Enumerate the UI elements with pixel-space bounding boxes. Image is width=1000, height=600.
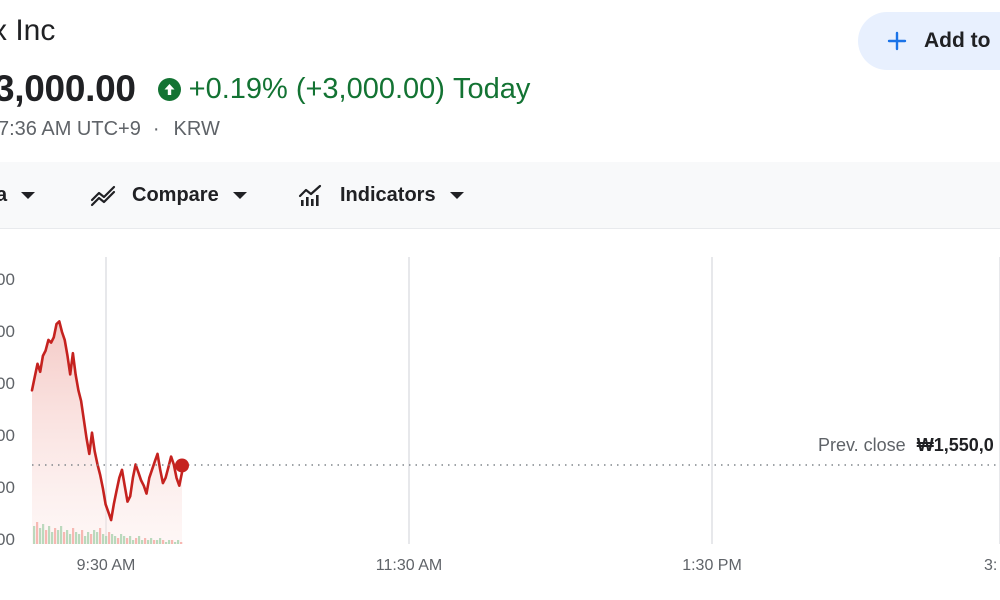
indicators-icon [298, 183, 326, 207]
chevron-down-icon [21, 191, 36, 199]
x-tick-label: 1:30 PM [682, 557, 742, 574]
intraday-price-chart[interactable]: 00 00 00 00 00 00 Prev. close ₩1,550,0 9:30 A… [0, 229, 1000, 600]
quote-time: 7:36 AM UTC+9 [0, 118, 141, 140]
y-tick-label: 00 [0, 270, 15, 289]
price-row: 3,000.00 +0.19% (+3,000.00) Today [0, 66, 530, 112]
chart-toolbar: a Compare Indicators [0, 162, 1000, 229]
y-tick-label: 00 [0, 322, 15, 341]
x-tick-label: 11:30 AM [376, 557, 442, 574]
timeframe-label: a [0, 183, 8, 206]
add-to-watchlist-button[interactable]: Add to [858, 12, 1000, 70]
add-to-watchlist-label: Add to [924, 29, 991, 52]
quote-currency: KRW [173, 118, 220, 140]
arrow-up-icon [157, 77, 181, 101]
quote-meta: 7:36 AM UTC+9 · KRW [0, 118, 220, 141]
y-tick-label: 00 [0, 374, 15, 393]
prev-close-text: Prev. close [818, 435, 906, 455]
chevron-down-icon [449, 191, 464, 199]
timeframe-dropdown[interactable]: a [0, 162, 36, 228]
chevron-down-icon [232, 191, 247, 199]
compare-icon [90, 183, 118, 207]
y-tick-label: 00 [0, 426, 15, 445]
compare-label: Compare [132, 183, 219, 206]
stock-title: x Inc [0, 14, 56, 47]
meta-separator: · [152, 118, 160, 140]
current-price: 3,000.00 [0, 68, 136, 109]
x-tick-label: 9:30 AM [77, 557, 136, 574]
current-price-marker [175, 458, 189, 473]
plus-icon [886, 30, 908, 52]
change-percent: +0.19% [188, 72, 288, 105]
prev-close-value: ₩1,550,0 [917, 435, 994, 455]
change-absolute: (+3,000.00) [295, 72, 445, 105]
indicators-label: Indicators [340, 183, 436, 206]
indicators-dropdown[interactable]: Indicators [298, 162, 464, 228]
change-period: Today [452, 72, 531, 105]
y-tick-label: 00 [0, 530, 15, 549]
y-tick-label: 00 [0, 478, 15, 497]
price-change: +0.19% (+3,000.00) Today [157, 72, 531, 106]
x-tick-label: 3: [984, 557, 997, 574]
compare-dropdown[interactable]: Compare [90, 162, 247, 228]
prev-close-label: Prev. close ₩1,550,0 [818, 435, 994, 455]
